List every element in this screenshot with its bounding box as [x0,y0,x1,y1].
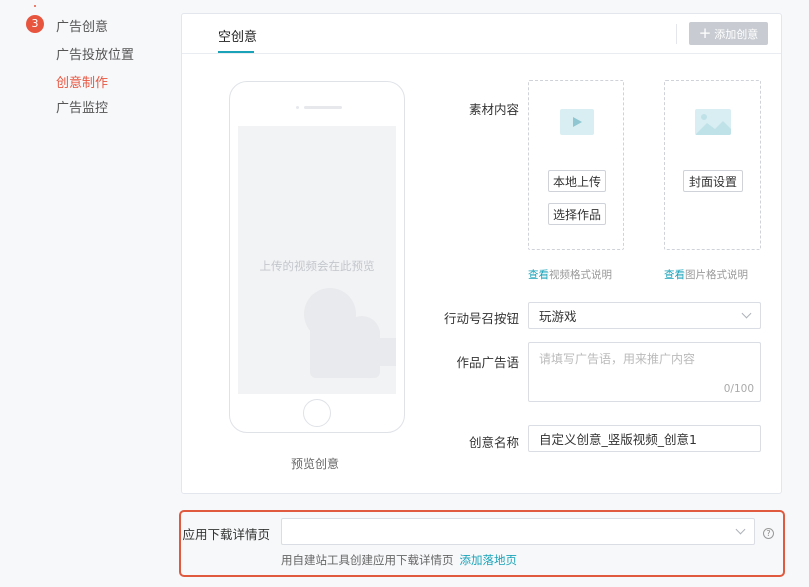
ad-text-textarea[interactable]: 请填写广告语，用来推广内容 0/100 [528,342,761,402]
add-creative-label: 添加创意 [714,27,759,41]
ad-text-label: 作品广告语 [456,355,519,370]
creative-card: 空创意 + 添加创意 上传的视频会在此预览 预览创意 素材内容 本地上传 选择作… [181,13,782,494]
video-format-link-text: 视频格式说明 [549,269,612,281]
cover-setting-button[interactable]: 封面设置 [683,170,743,192]
phone-preview: 上传的视频会在此预览 [229,81,405,433]
video-upload-box: 本地上传 选择作品 [528,80,624,250]
step-number-badge: 3 [26,15,44,33]
download-page-hint-text: 用自建站工具创建应用下载详情页 [281,553,454,567]
chevron-down-icon [741,308,752,319]
phone-home-button [303,399,331,427]
download-page-select[interactable] [281,518,755,545]
cta-select-value: 玩游戏 [539,309,577,324]
tab-empty-creative[interactable]: 空创意 [218,26,257,45]
preview-creative-label: 预览创意 [291,457,340,471]
help-icon[interactable]: ? [763,528,774,539]
local-upload-button[interactable]: 本地上传 [548,170,606,192]
step-item-creative-production[interactable]: 创意制作 [56,72,108,91]
creative-name-input[interactable]: 自定义创意_竖版视频_创意1 [528,425,761,452]
cta-select[interactable]: 玩游戏 [528,302,761,329]
material-content-label: 素材内容 [468,102,519,117]
step-item-ad-placement[interactable]: 广告投放位置 [56,44,134,63]
creative-name-value: 自定义创意_竖版视频_创意1 [539,432,697,447]
video-format-link-prefix[interactable]: 查看 [528,269,549,281]
add-creative-button[interactable]: + 添加创意 [689,22,768,45]
video-play-icon [560,109,594,135]
step-item-ad-monitoring[interactable]: 广告监控 [56,97,108,116]
video-format-link[interactable]: 查看视频格式说明 [528,267,612,282]
cover-upload-box: 封面设置 [664,80,761,250]
phone-screen: 上传的视频会在此预览 [238,126,396,394]
phone-speaker [304,106,342,109]
image-format-link[interactable]: 查看图片格式说明 [664,267,748,282]
image-format-link-prefix[interactable]: 查看 [664,269,685,281]
image-format-link-text: 图片格式说明 [685,269,748,281]
cta-button-label: 行动号召按钮 [443,311,519,326]
chevron-down-icon [735,524,746,535]
add-landing-page-link[interactable]: 添加落地页 [460,553,518,567]
download-page-hint: 用自建站工具创建应用下载详情页 添加落地页 [281,552,517,568]
phone-camera [296,106,299,109]
ad-text-char-count: 0/100 [723,383,754,395]
creative-name-label: 创意名称 [468,435,519,450]
image-icon [695,109,731,135]
preview-placeholder-text: 上传的视频会在此预览 [259,259,375,273]
step-nav: 3 广告创意 广告投放位置 创意制作 广告监控 [0,0,170,587]
step-dot [34,5,36,7]
download-page-label: 应用下载详情页 [182,527,270,542]
plus-icon: + [698,24,712,42]
tab-active-indicator [218,51,254,53]
step-title-ad-creative[interactable]: 广告创意 [56,16,108,35]
header-divider [676,24,677,44]
card-header: 空创意 + 添加创意 [182,14,781,54]
choose-work-button[interactable]: 选择作品 [548,203,606,225]
ad-text-placeholder: 请填写广告语，用来推广内容 [539,352,696,366]
